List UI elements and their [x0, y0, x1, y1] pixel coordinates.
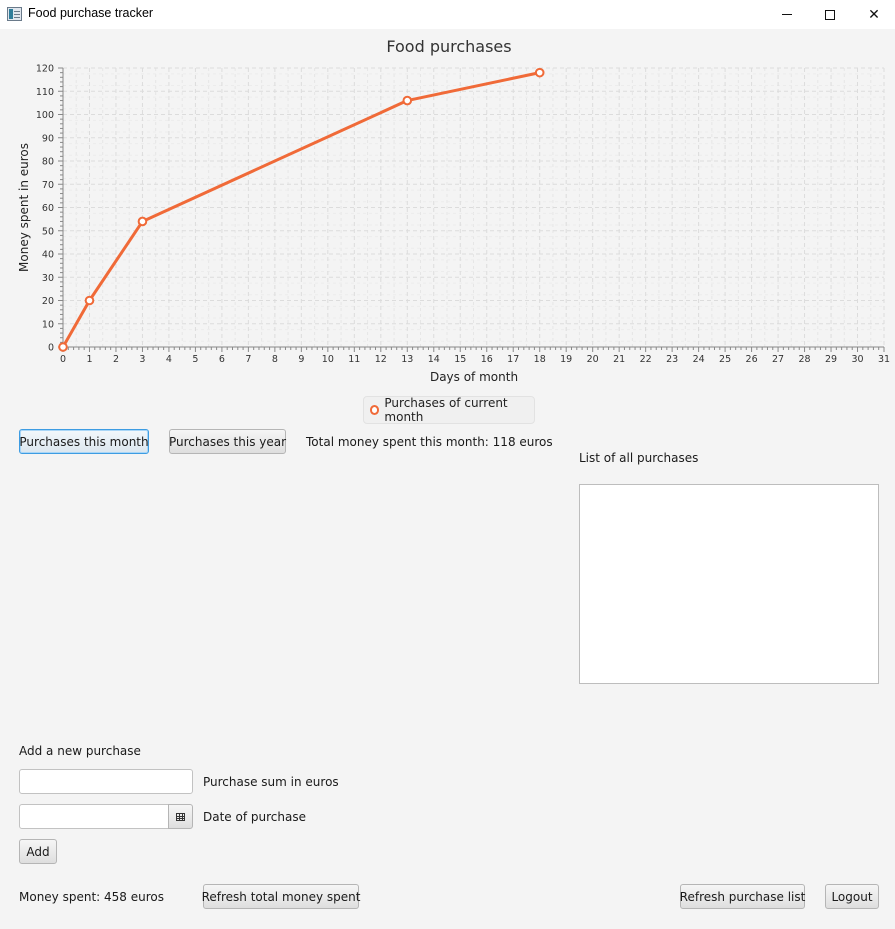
- y-tick-label: 50: [42, 226, 54, 237]
- x-tick-label: 12: [375, 354, 387, 365]
- data-point: [84, 295, 95, 306]
- chart-title: Food purchases: [386, 37, 511, 56]
- data-point: [58, 342, 68, 352]
- x-tick-label: 14: [428, 354, 440, 365]
- x-tick-label: 5: [192, 354, 198, 365]
- x-tick-label: 27: [772, 354, 784, 365]
- purchase-list-title: List of all purchases: [579, 451, 699, 465]
- legend-label: Purchases of current month: [384, 396, 508, 424]
- x-axis-label: Days of month: [430, 370, 518, 384]
- y-tick-label: 30: [42, 273, 54, 284]
- data-point: [137, 216, 148, 227]
- purchase-date-input[interactable]: [19, 804, 169, 829]
- money-spent-label: Money spent: 458 euros: [19, 890, 164, 904]
- x-tick-label: 18: [534, 354, 546, 365]
- line-chart: 0 1 2 3 4 5 6 7 8 9 10 11 12 13 14 15 16 17 18 19 20 21 22 23 24…: [0, 30, 895, 390]
- y-tick-label: 110: [36, 87, 54, 98]
- y-tick-label: 120: [36, 64, 54, 75]
- total-month-label: Total money spent this month: 118 euros: [306, 435, 553, 449]
- purchase-date-label: Date of purchase: [203, 810, 306, 824]
- x-tick-label: 10: [322, 354, 334, 365]
- y-tick-label: 90: [42, 133, 54, 144]
- y-tick-label: 70: [42, 180, 54, 191]
- maximize-button[interactable]: [807, 0, 853, 29]
- maximize-icon: [825, 9, 835, 20]
- purchase-sum-label: Purchase sum in euros: [203, 775, 339, 789]
- x-tick-label: 26: [746, 354, 758, 365]
- x-tick-label: 3: [139, 354, 145, 365]
- minimize-button[interactable]: [764, 0, 810, 29]
- purchase-date-picker[interactable]: [19, 804, 193, 829]
- legend-marker-icon: [370, 405, 380, 415]
- title-bar: Food purchase tracker ✕: [0, 0, 895, 29]
- y-tick-label: 20: [42, 296, 54, 307]
- y-tick-label: 60: [42, 203, 54, 214]
- x-tick-label: 4: [166, 354, 172, 365]
- x-tick-label: 9: [298, 354, 304, 365]
- purchases-this-month-button[interactable]: Purchases this month: [19, 429, 149, 454]
- y-tick-label: 40: [42, 250, 54, 261]
- x-tick-label: 23: [666, 354, 678, 365]
- purchase-list[interactable]: [579, 484, 879, 684]
- y-tick-label: 10: [42, 319, 54, 330]
- x-tick-label: 28: [799, 354, 811, 365]
- close-icon: ✕: [868, 6, 880, 23]
- minimize-icon: [782, 14, 792, 15]
- x-tick-label: 19: [560, 354, 572, 365]
- x-tick-label: 20: [587, 354, 599, 365]
- purchase-sum-input[interactable]: [19, 769, 193, 794]
- x-tick-label: 21: [613, 354, 625, 365]
- x-tick-label: 11: [348, 354, 360, 365]
- y-tick-label: 0: [48, 343, 54, 354]
- x-tick-label: 8: [272, 354, 278, 365]
- refresh-purchase-list-button[interactable]: Refresh purchase list: [680, 884, 805, 909]
- refresh-total-button[interactable]: Refresh total money spent: [202, 884, 360, 909]
- x-tick-label: 7: [245, 354, 251, 365]
- y-axis-label: Money spent in euros: [17, 143, 31, 272]
- x-tick-label: 25: [719, 354, 731, 365]
- x-tick-label: 29: [825, 354, 837, 365]
- add-button[interactable]: Add: [19, 839, 57, 864]
- x-tick-label: 2: [113, 354, 119, 365]
- window-title: Food purchase tracker: [28, 6, 154, 20]
- x-tick-label: 31: [878, 354, 890, 365]
- x-tick-label: 13: [401, 354, 413, 365]
- data-point: [534, 67, 545, 78]
- close-button[interactable]: ✕: [851, 0, 895, 29]
- x-tick-label: 16: [481, 354, 493, 365]
- y-tick-label: 80: [42, 157, 54, 168]
- x-tick-label: 1: [86, 354, 92, 365]
- data-point: [402, 95, 413, 106]
- add-purchase-heading: Add a new purchase: [19, 744, 141, 758]
- logout-button[interactable]: Logout: [825, 884, 879, 909]
- x-tick-label: 6: [219, 354, 225, 365]
- calendar-button[interactable]: [168, 804, 193, 829]
- chart-legend: Purchases of current month: [363, 396, 535, 424]
- x-tick-label: 0: [60, 354, 66, 365]
- x-tick-label: 24: [693, 354, 705, 365]
- calendar-icon: [176, 812, 185, 821]
- y-tick-label: 100: [36, 110, 54, 121]
- chart-canvas: 0 1 2 3 4 5 6 7 8 9 10 11 12 13 14 15 16 17 18 19 20 21 22 23 24…: [17, 37, 890, 384]
- x-tick-label: 15: [454, 354, 466, 365]
- x-tick-label: 22: [640, 354, 652, 365]
- x-tick-label: 17: [507, 354, 519, 365]
- purchases-this-year-button[interactable]: Purchases this year: [169, 429, 286, 454]
- app-icon: [7, 7, 22, 21]
- x-tick-label: 30: [851, 354, 863, 365]
